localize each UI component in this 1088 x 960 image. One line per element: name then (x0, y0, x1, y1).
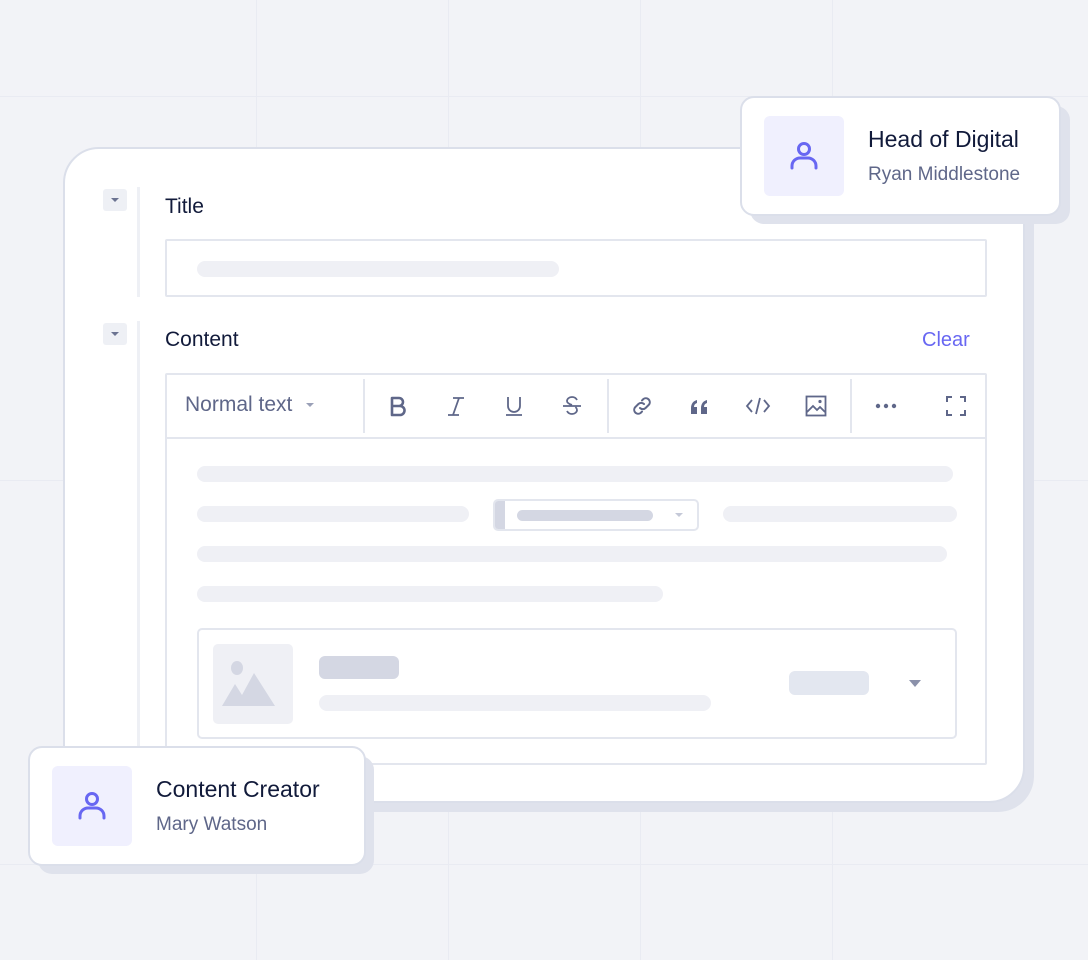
inline-select-block[interactable] (493, 499, 699, 531)
user-icon (790, 142, 818, 170)
italic-button[interactable] (439, 389, 473, 423)
text-skeleton-line (197, 546, 947, 562)
content-form-card: Title Content Clear Normal text (63, 147, 1025, 803)
toolbar-divider (607, 379, 609, 433)
title-collapse-button[interactable] (103, 189, 127, 211)
image-placeholder-icon (222, 661, 275, 706)
text-style-dropdown[interactable]: Normal text (185, 393, 315, 417)
italic-icon (448, 397, 464, 416)
caret-down-icon[interactable] (909, 680, 921, 687)
inline-select-value-skeleton (517, 510, 653, 521)
drag-handle[interactable] (495, 501, 505, 529)
quote-icon (691, 400, 707, 414)
content-collapse-button[interactable] (103, 323, 127, 345)
title-label: Title (165, 195, 204, 218)
underline-button[interactable] (497, 389, 531, 423)
media-description-skeleton (319, 695, 711, 711)
role-card-content-creator: Content Creator Mary Watson (28, 746, 366, 866)
role-person-name: Mary Watson (156, 814, 268, 835)
link-button[interactable] (625, 389, 659, 423)
role-title: Content Creator (156, 776, 320, 802)
editor-toolbar: Normal text (167, 375, 985, 439)
rich-text-editor[interactable]: Normal text (165, 373, 987, 765)
media-embed-block[interactable] (197, 628, 957, 739)
more-button[interactable] (869, 389, 903, 423)
strikethrough-icon (563, 396, 581, 415)
text-skeleton-line (197, 506, 469, 522)
text-style-value: Normal text (185, 393, 293, 416)
caret-down-icon (111, 198, 119, 202)
toolbar-divider (850, 379, 852, 433)
avatar (52, 766, 132, 846)
title-placeholder-skeleton (197, 261, 559, 277)
more-icon (875, 403, 897, 409)
media-thumbnail (213, 644, 293, 724)
content-label: Content (165, 328, 239, 351)
avatar (764, 116, 844, 196)
bold-icon (390, 396, 406, 417)
code-icon (745, 397, 771, 415)
image-button[interactable] (799, 389, 833, 423)
underline-icon (506, 397, 522, 416)
media-title-skeleton (319, 656, 399, 679)
role-title: Head of Digital (868, 126, 1019, 152)
fullscreen-icon (946, 396, 966, 416)
media-badge-skeleton (789, 671, 869, 695)
title-input[interactable] (165, 239, 987, 297)
user-icon (78, 792, 106, 820)
text-skeleton-line (197, 466, 953, 482)
link-icon (633, 397, 651, 415)
field-rail (137, 187, 140, 297)
field-rail (137, 321, 140, 801)
role-person-name: Ryan Middlestone (868, 164, 1021, 185)
caret-down-icon (675, 513, 683, 517)
fullscreen-button[interactable] (939, 389, 973, 423)
bold-button[interactable] (381, 389, 415, 423)
caret-down-icon (111, 332, 119, 336)
caret-down-icon (306, 403, 315, 407)
clear-button[interactable]: Clear (922, 329, 970, 352)
quote-button[interactable] (683, 389, 717, 423)
text-skeleton-line (723, 506, 957, 522)
image-icon (805, 395, 827, 417)
text-skeleton-line (197, 586, 663, 602)
role-card-head-of-digital: Head of Digital Ryan Middlestone (740, 96, 1061, 216)
code-button[interactable] (741, 389, 775, 423)
strikethrough-button[interactable] (555, 389, 589, 423)
toolbar-divider (363, 379, 365, 433)
